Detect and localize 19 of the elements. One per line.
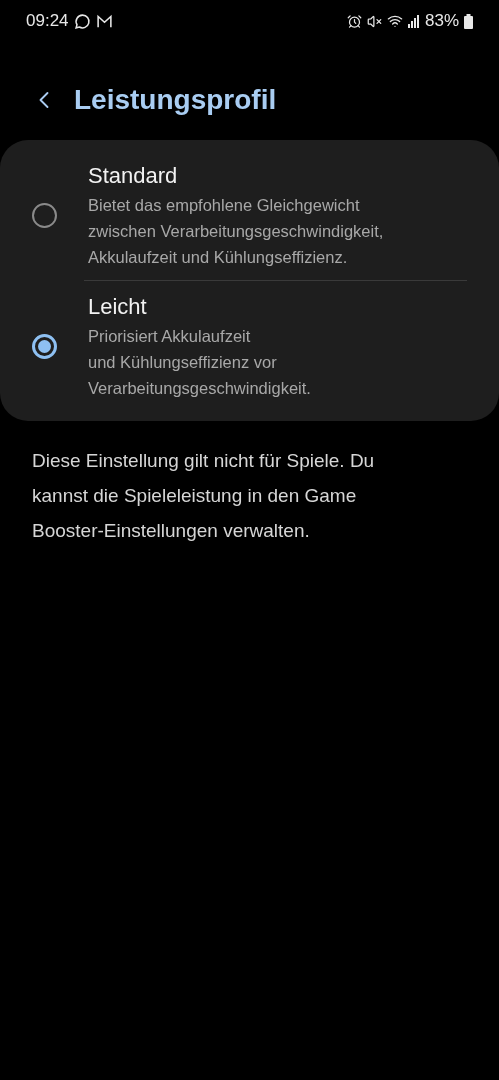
page-title: Leistungsprofil (74, 83, 277, 117)
alarm-icon (346, 13, 362, 29)
mute-icon (366, 13, 382, 29)
option-title: Leicht (88, 293, 148, 321)
profile-option[interactable]: Standard Bietet das empfohlene Gleichgewicht zwischen Verarbeitungsgeschwindigkeit, Akkulaufzeit und Kühlungseffizienz. (0, 154, 499, 276)
signal-icon (407, 14, 420, 28)
profile-option[interactable]: Leicht Priorisiert Akkulaufzeit und Kühlungseffizienz vor Verarbeitungsgeschwindigkeit. (0, 285, 499, 407)
wifi-icon (386, 13, 403, 29)
option-description: Bietet das empfohlene Gleichgewicht zwischen Verarbeitungsgeschwindigkeit, Akkulaufzeit und Kühlungseffizienz. (88, 195, 384, 268)
battery-icon (464, 13, 473, 29)
chat-bubble-icon (73, 12, 91, 30)
mail-icon (95, 13, 113, 29)
battery-percent: 83% (424, 10, 459, 33)
radio-button[interactable] (31, 202, 57, 228)
option-description: Priorisiert Akkulaufzeit und Kühlungseffizienz vor Verarbeitungsgeschwindigkeit. (88, 326, 311, 399)
note-text: Diese Einstellung gilt nicht für Spiele. Du kannst die Spieleleistung in den Game Booster-Einstellungen verwalten. (31, 449, 376, 543)
radio-button[interactable] (31, 333, 57, 359)
option-title: Standard (88, 162, 179, 190)
status-time: 09:24 (26, 10, 69, 33)
